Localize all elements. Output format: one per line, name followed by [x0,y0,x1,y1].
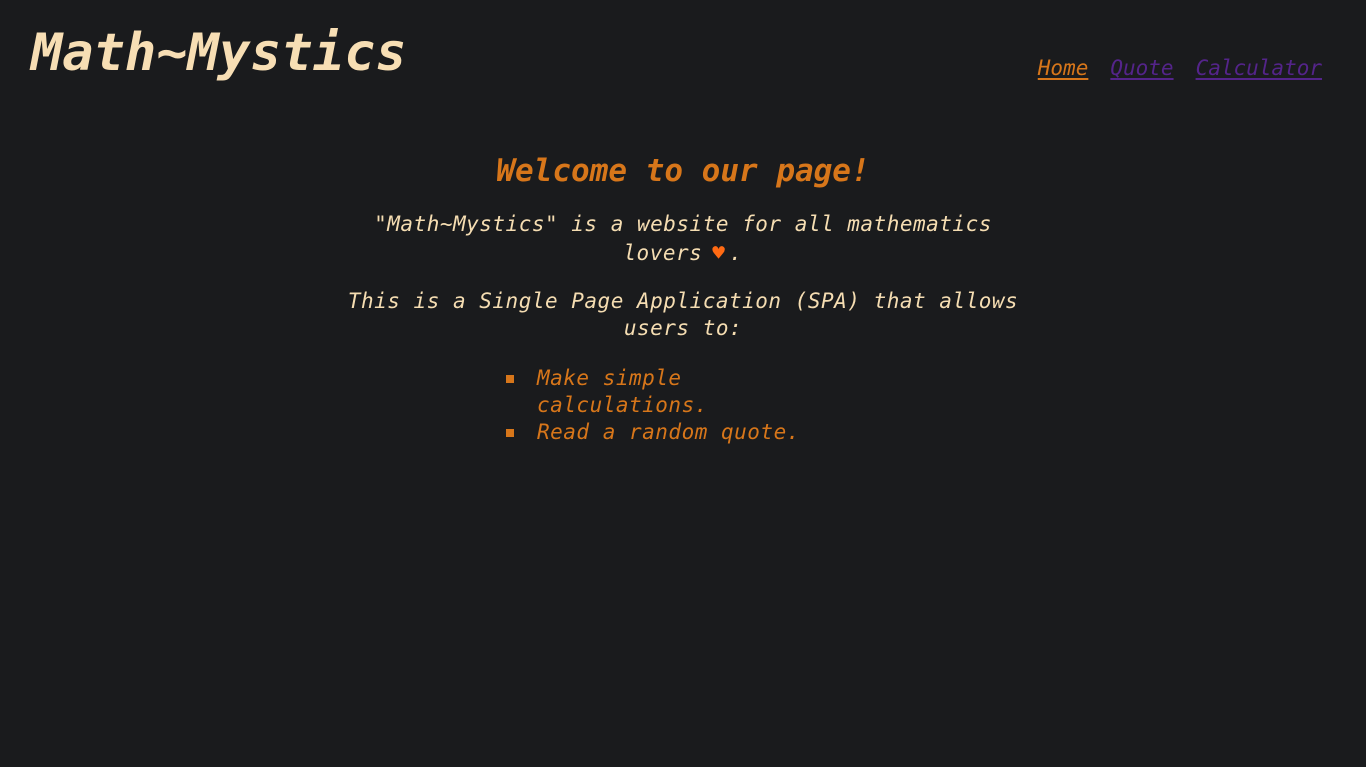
spa-paragraph: This is a Single Page Application (SPA) … [347,289,1019,340]
feature-item: Make simple calculations. [506,365,863,419]
intro-text: "Math~Mystics" is a website for all math… [374,212,992,265]
feature-list: Make simple calculations. Read a random … [503,365,863,446]
heart-icon: ♥ [712,241,726,265]
feature-text: Make simple calculations. [537,366,708,417]
intro-end: . [729,241,743,265]
bullet-square-icon [506,429,514,437]
bullet-square-icon [506,375,514,383]
feature-item: Read a random quote. [506,419,863,446]
nav-quote-link[interactable]: Quote [1110,55,1173,81]
welcome-section: Welcome to our page! "Math~Mystics" is a… [0,148,1366,446]
intro-paragraph: "Math~Mystics" is a website for all math… [353,210,1013,268]
site-logo: Math~Mystics [31,23,407,83]
feature-text: Read a random quote. [537,420,800,444]
welcome-heading: Welcome to our page! [496,153,870,189]
nav-calculator-link[interactable]: Calculator [1196,55,1322,81]
main-nav: Home Quote Calculator [1038,55,1322,81]
nav-home-link[interactable]: Home [1038,55,1089,81]
